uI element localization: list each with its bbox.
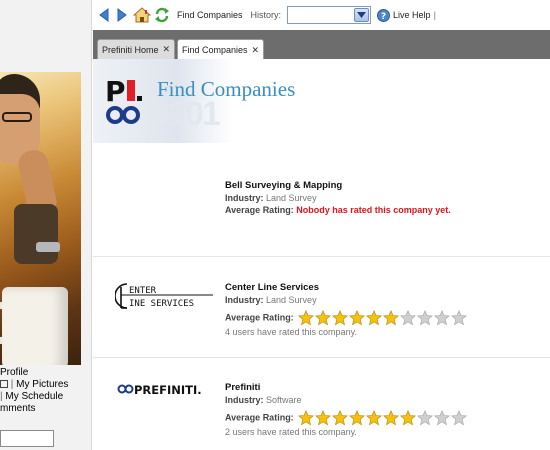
forward-arrow-icon[interactable]	[113, 6, 131, 24]
sidebar-text-input[interactable]	[0, 430, 54, 447]
industry-label: Industry:	[225, 295, 264, 305]
star-filled-icon	[332, 410, 349, 426]
close-icon[interactable]: ✕	[252, 45, 260, 56]
company-name[interactable]: Center Line Services	[225, 282, 468, 294]
company-name[interactable]: Prefiniti	[225, 382, 468, 394]
star-empty-icon	[451, 410, 468, 426]
svg-text:?: ?	[381, 12, 386, 22]
industry-label: Industry:	[225, 193, 264, 203]
refresh-icon[interactable]	[153, 6, 171, 24]
company-item[interactable]: ENTER INE SERVICES Center Line Services …	[93, 256, 550, 357]
logo-text-top: ENTER	[129, 286, 157, 296]
company-item[interactable]: PREFINITI. Prefiniti Industry: Software …	[93, 357, 550, 450]
star-filled-icon	[383, 410, 400, 426]
history-select[interactable]	[287, 6, 372, 24]
close-icon[interactable]: ✕	[163, 44, 171, 55]
star-rating	[298, 410, 468, 426]
star-filled-icon	[366, 310, 383, 326]
rating-label: Average Rating:	[225, 312, 294, 323]
rating-label: Average Rating:	[225, 412, 294, 423]
star-filled-icon	[315, 310, 332, 326]
star-empty-icon	[417, 410, 434, 426]
star-empty-icon	[451, 310, 468, 326]
star-filled-icon	[298, 410, 315, 426]
back-arrow-icon[interactable]	[95, 6, 113, 24]
star-rating	[298, 310, 468, 326]
sidebar-links: Profile | My Pictures | My Schedule mmen…	[0, 367, 69, 414]
help-icon: ?	[377, 8, 391, 22]
tab-label: Find Companies	[182, 45, 248, 55]
industry-value: Software	[266, 395, 302, 405]
live-help-label: Live Help	[393, 10, 431, 20]
company-info: Center Line Services Industry: Land Surv…	[225, 282, 468, 338]
star-empty-icon	[400, 310, 417, 326]
star-empty-icon	[434, 410, 451, 426]
page-header: 0101 P Find Companies	[93, 59, 550, 143]
svg-text:P: P	[105, 75, 126, 108]
home-icon[interactable]	[133, 6, 151, 24]
history-label: History:	[250, 10, 282, 20]
company-name[interactable]: Bell Surveying & Mapping	[225, 180, 451, 192]
no-rating-text: Nobody has rated this company yet.	[296, 205, 451, 215]
toolbar-separator: |	[433, 10, 436, 20]
prefiniti-logo: P	[105, 75, 149, 127]
star-filled-icon	[349, 310, 366, 326]
tab-prefiniti-home[interactable]: Prefiniti Home ✕	[97, 39, 176, 59]
prefiniti-logo-text: PREFINITI.	[134, 383, 202, 396]
sidebar: Profile | My Pictures | My Schedule mmen…	[0, 0, 92, 450]
company-info: Bell Surveying & Mapping Industry: Land …	[225, 180, 451, 216]
checkbox-icon[interactable]	[0, 380, 8, 389]
profile-link[interactable]: Profile	[0, 367, 28, 378]
profile-photo	[0, 72, 81, 365]
star-filled-icon	[400, 410, 417, 426]
page-title: Find Companies	[157, 77, 296, 101]
company-item[interactable]: Bell Surveying & Mapping Industry: Land …	[93, 143, 550, 256]
company-info: Prefiniti Industry: Software Average Rat…	[225, 382, 468, 438]
star-empty-icon	[417, 310, 434, 326]
rating-count: 2 users have rated this company.	[225, 427, 357, 437]
my-schedule-link[interactable]: My Schedule	[5, 391, 63, 402]
chevron-down-icon[interactable]	[354, 8, 370, 22]
tab-label: Prefiniti Home	[102, 44, 159, 55]
industry-value: Land Survey	[266, 295, 317, 305]
star-filled-icon	[383, 310, 400, 326]
star-filled-icon	[366, 410, 383, 426]
comments-link[interactable]: mments	[0, 403, 36, 414]
star-filled-icon	[349, 410, 366, 426]
main-content: 0101 P Find Companies Bell Surveying & M…	[93, 59, 550, 450]
live-help-button[interactable]: ? Live Help	[377, 8, 431, 22]
prefiniti-company-logo: PREFINITI.	[117, 382, 217, 397]
toolbar: Find Companies History: ? Live Help |	[93, 0, 550, 30]
logo-text-bottom: INE SERVICES	[129, 299, 194, 309]
tab-bar: Prefiniti Home ✕ Find Companies ✕	[93, 30, 550, 60]
industry-label: Industry:	[225, 395, 264, 405]
my-pictures-link[interactable]: My Pictures	[16, 379, 68, 390]
tab-find-companies[interactable]: Find Companies ✕	[177, 39, 265, 60]
rating-count: 4 users have rated this company.	[225, 327, 357, 337]
star-filled-icon	[315, 410, 332, 426]
star-filled-icon	[298, 310, 315, 326]
toolbar-title: Find Companies	[177, 10, 243, 20]
star-filled-icon	[332, 310, 349, 326]
center-line-services-logo: ENTER INE SERVICES	[114, 281, 215, 311]
rating-label: Average Rating:	[225, 205, 294, 215]
industry-value: Land Survey	[266, 193, 317, 203]
star-empty-icon	[434, 310, 451, 326]
